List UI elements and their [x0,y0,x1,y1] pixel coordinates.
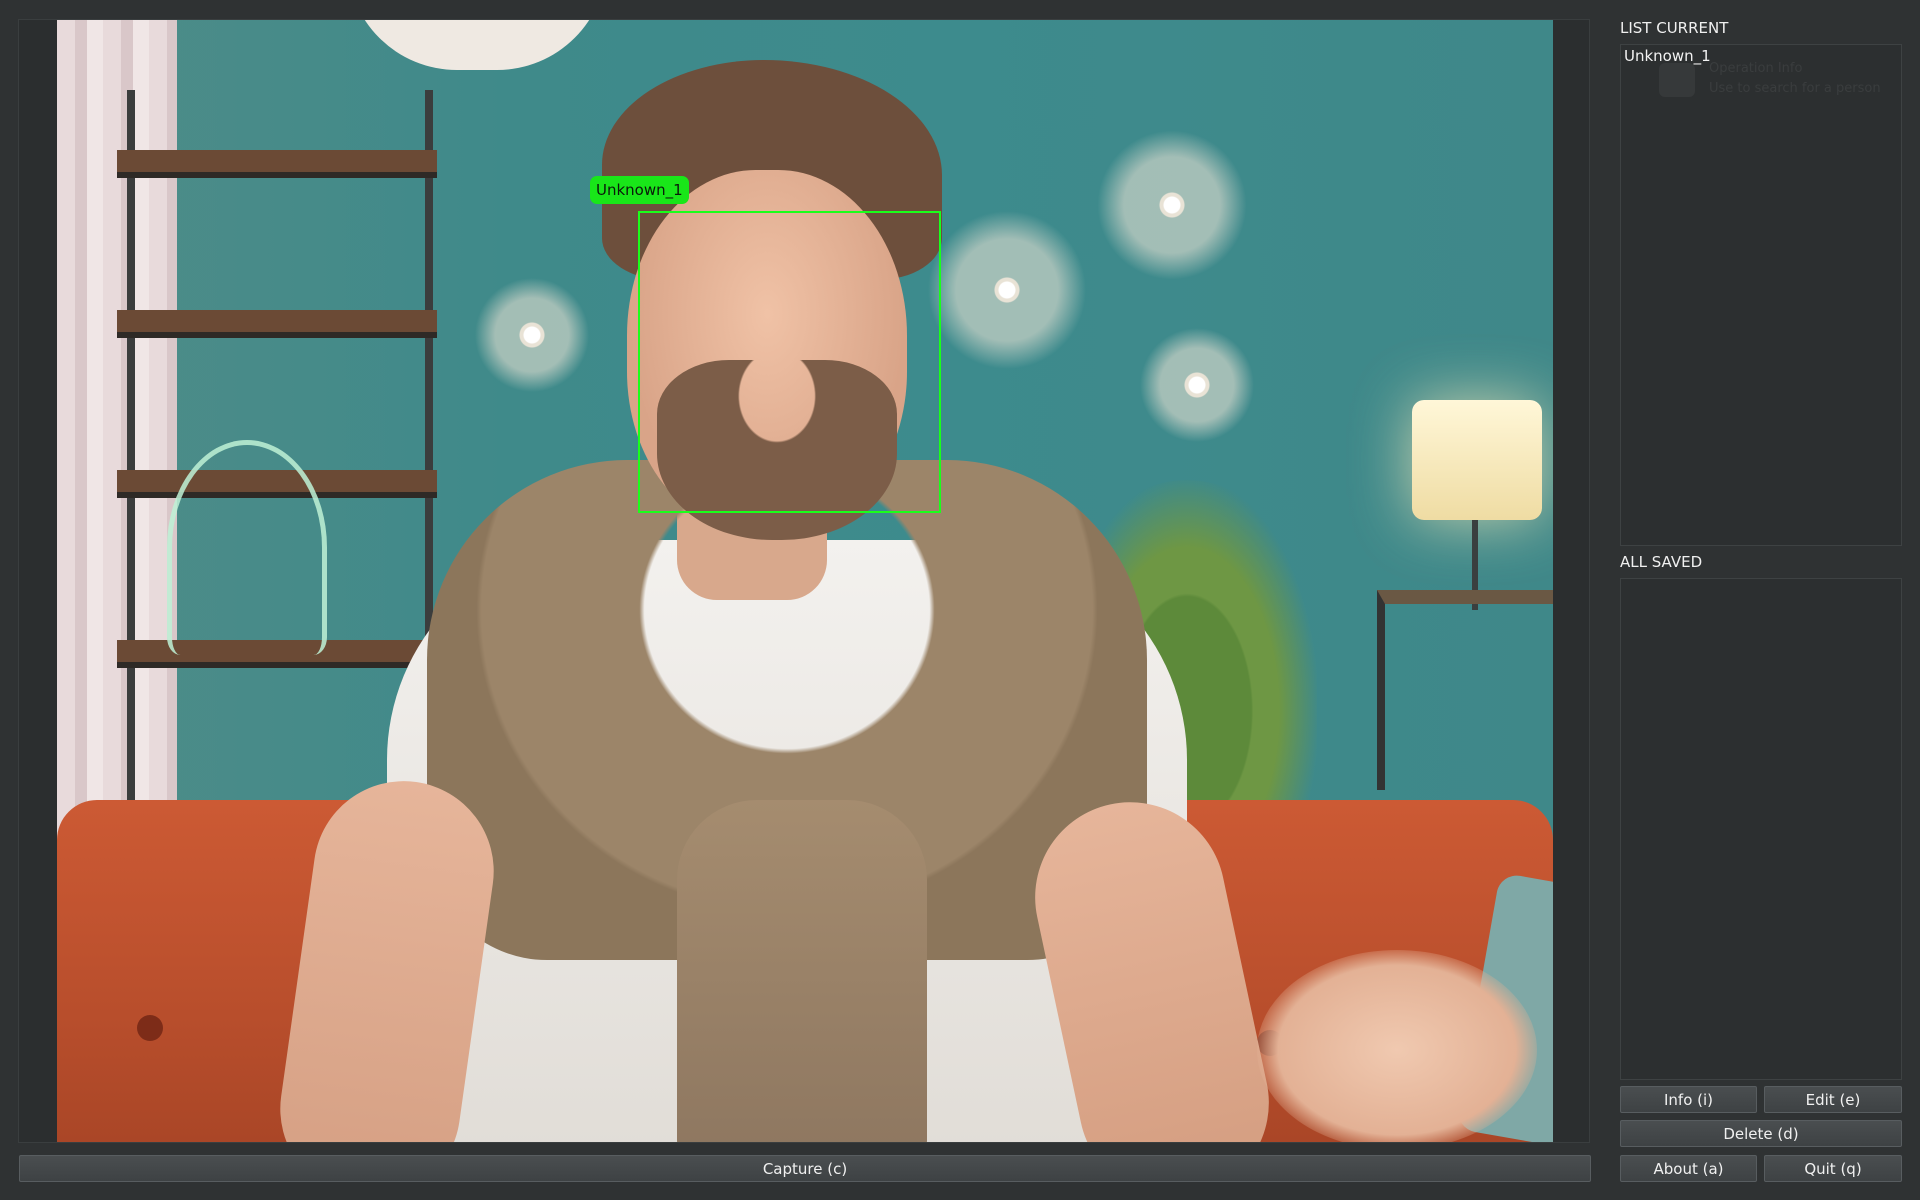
scene-neon-palm [167,440,327,655]
face-detection-box [638,211,941,513]
list-current-title: LIST CURRENT [1620,19,1729,37]
scene-sunburst-mirror [917,200,1097,380]
all-saved-title: ALL SAVED [1620,553,1703,571]
face-detection-label: Unknown_1 [590,176,689,204]
info-icon [1659,63,1695,97]
scene-shelf [117,310,437,332]
list-current-box[interactable]: Operation Info Use to search for a perso… [1620,44,1902,546]
scene-table-lamp [1412,400,1542,520]
about-button[interactable]: About (a) [1620,1155,1757,1182]
ghost-line: Operation Info [1709,61,1803,76]
scene-sunburst-mirror [1132,320,1262,450]
edit-button[interactable]: Edit (e) [1764,1086,1902,1113]
capture-button[interactable]: Capture (c) [19,1155,1591,1182]
ghost-line: Use to search for a person [1709,81,1881,96]
scene-sunburst-mirror [1087,120,1257,290]
camera-feed: Unknown_1 [57,20,1553,1142]
delete-button[interactable]: Delete (d) [1620,1120,1902,1147]
scene-shelf [117,150,437,172]
scene-sunburst-mirror [467,270,597,400]
all-saved-box[interactable] [1620,578,1902,1080]
quit-button[interactable]: Quit (q) [1764,1155,1902,1182]
scene-person-sweater-knot [677,800,927,1142]
scene-sofa-button [137,1015,163,1041]
scene-side-table [1377,590,1553,790]
list-current-ghost-text: Operation Info Use to search for a perso… [1709,59,1881,99]
scene-person-hand [1257,950,1537,1142]
info-button[interactable]: Info (i) [1620,1086,1757,1113]
